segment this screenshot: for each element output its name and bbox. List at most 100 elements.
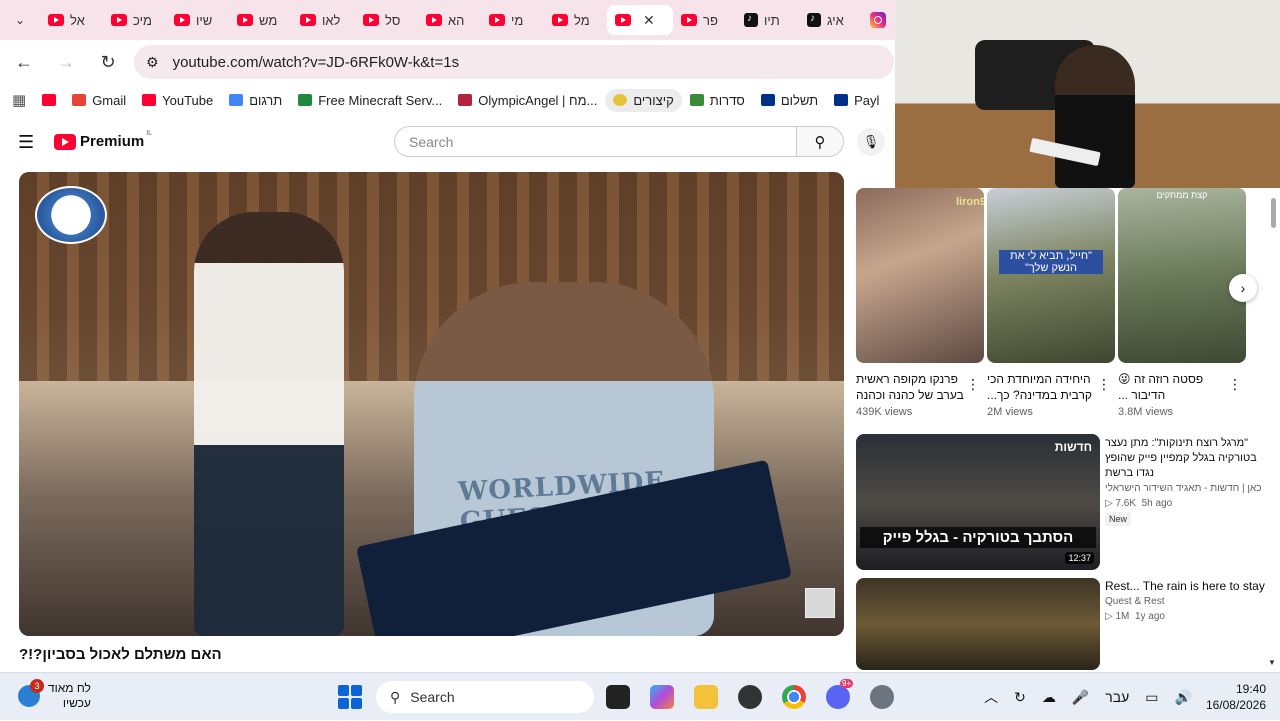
instagram-icon	[870, 12, 886, 28]
file-explorer-icon[interactable]	[694, 685, 718, 709]
search-button[interactable]: ⚲	[796, 126, 844, 157]
settings-icon[interactable]	[870, 685, 894, 709]
arrow-left-icon: ←	[15, 51, 33, 72]
clock[interactable]: 19:40 16/08/2026	[1206, 681, 1266, 713]
series-icon	[689, 94, 704, 106]
voice-search-button[interactable]: 🎙	[857, 128, 885, 156]
bookmark[interactable]: OlympicAngel | מח...	[450, 89, 605, 112]
youtube-icon	[42, 94, 57, 106]
microphone-icon[interactable]: 🎤	[1072, 689, 1089, 706]
sync-icon[interactable]: ↻	[1014, 689, 1026, 706]
tab[interactable]: אל	[40, 5, 103, 35]
tab[interactable]: איג	[799, 5, 862, 35]
tab[interactable]: מיכ	[103, 5, 166, 35]
more-options-icon[interactable]: ⋮	[1097, 376, 1111, 393]
weather-icon: 3	[18, 679, 44, 707]
tab-active[interactable]: ✕	[607, 5, 673, 35]
channel-watermark[interactable]	[805, 588, 835, 618]
bookmark[interactable]: תרגום	[221, 89, 290, 112]
close-tab-icon[interactable]: ✕	[643, 12, 655, 29]
bookmark[interactable]: Gmail	[64, 89, 134, 112]
weather-widget[interactable]: 3 לח מאוד עכשיו	[18, 679, 91, 711]
tab[interactable]: לאו	[292, 5, 355, 35]
recommendation-thumbnail[interactable]	[856, 578, 1100, 670]
back-button[interactable]: ←	[6, 44, 42, 80]
chrome-icon[interactable]	[782, 685, 806, 709]
bookmarks-bar: ▦ Gmail YouTube תרגום Free Minecraft Ser…	[0, 84, 895, 116]
scrollbar-thumb[interactable]	[1271, 198, 1276, 228]
tab[interactable]: שיו	[166, 5, 229, 35]
page-scrollbar[interactable]: ▼	[1268, 188, 1278, 670]
bookmark[interactable]: סדרות	[682, 89, 753, 112]
tab[interactable]: מי	[481, 5, 544, 35]
url-text: youtube.com/watch?v=JD-6RFk0W-k&t=1s	[172, 53, 460, 71]
start-button[interactable]	[338, 685, 362, 709]
short-thumbnail[interactable]: "חייל, תביא לי את הנשק שלך"	[987, 188, 1115, 363]
tab[interactable]: הא	[418, 5, 481, 35]
short-thumbnail[interactable]: liron959	[856, 188, 984, 363]
bookmark[interactable]: YouTube	[134, 89, 221, 112]
tab[interactable]: תיו	[736, 5, 799, 35]
short-title[interactable]: פסטה רוזה זה 😜 הדיבור ...	[1118, 371, 1233, 403]
task-view-icon[interactable]	[606, 685, 630, 709]
network-icon[interactable]: ▭	[1145, 689, 1158, 706]
youtube-icon	[363, 14, 379, 26]
apps-button[interactable]: ▦	[0, 87, 34, 113]
reload-button[interactable]: ↻	[90, 44, 126, 80]
recommendation-channel[interactable]: כאן | חדשות - תאגיד השידור הישראלי	[1105, 483, 1265, 494]
chevron-down-icon: ⌄	[14, 13, 26, 27]
youtube-icon	[142, 94, 157, 106]
tiktok-icon	[807, 13, 821, 27]
site-info-icon[interactable]: ⚙	[146, 54, 159, 71]
menu-icon[interactable]: ☰	[18, 132, 34, 153]
address-bar[interactable]: ⚙ youtube.com/watch?v=JD-6RFk0W-k&t=1s	[134, 45, 894, 79]
tab[interactable]: סל	[355, 5, 418, 35]
recommendation-title[interactable]: "מרגל רוצח תינוקות": מתן נעצר בטורקיה בג…	[1105, 436, 1265, 481]
system-tray: ︿ ↻ ☁ 🎤 עבר ▭ 🔊 19:40 16/08/2026	[976, 673, 1280, 721]
youtube-logo-icon	[54, 133, 76, 150]
language-indicator[interactable]: עבר	[1105, 689, 1129, 705]
youtube-icon	[111, 14, 127, 26]
bookmark[interactable]: תשלום	[753, 89, 826, 112]
shorts-next-button[interactable]: ›	[1229, 274, 1257, 302]
play-icon: ▷	[1105, 611, 1116, 622]
app-icon[interactable]	[738, 685, 762, 709]
tab[interactable]: פר	[673, 5, 736, 35]
discord-icon[interactable]: 9+	[826, 679, 854, 709]
video-player[interactable]: WORLDWIDEGUESS	[19, 172, 844, 636]
more-options-icon[interactable]: ⋮	[966, 376, 980, 393]
youtube-premium-logo[interactable]: Premium IL	[54, 130, 152, 150]
tab[interactable]: מש	[229, 5, 292, 35]
copilot-icon[interactable]	[650, 685, 674, 709]
short-views: 439K views	[856, 406, 913, 418]
short-title[interactable]: פרנקו מקופה ראשית בערב של כהנה וכהנה	[856, 371, 971, 403]
search-input[interactable]: Search	[394, 126, 798, 157]
scroll-down-icon[interactable]: ▼	[1268, 658, 1276, 667]
recommendation-channel[interactable]: Quest & Rest	[1105, 596, 1164, 607]
forward-button[interactable]: →	[48, 44, 84, 80]
tab[interactable]: מל	[544, 5, 607, 35]
browser-toolbar: ← → ↻ ⚙ youtube.com/watch?v=JD-6RFk0W-k&…	[0, 40, 895, 84]
taskbar-search[interactable]: ⚲ Search	[376, 681, 594, 713]
cloud-off-icon[interactable]: ☁	[1042, 689, 1056, 706]
recommendation-title[interactable]: Rest... The rain is here to stay	[1105, 579, 1265, 594]
volume-icon[interactable]: 🔊	[1175, 689, 1192, 706]
chevron-up-icon[interactable]: ︿	[984, 687, 998, 707]
arrow-right-icon: →	[57, 51, 75, 72]
tab-search-dropdown[interactable]: ⌄	[0, 0, 40, 40]
tab[interactable]	[862, 5, 892, 35]
microphone-icon: 🎙	[862, 134, 880, 149]
bookmark[interactable]: קיצורים	[605, 88, 682, 112]
youtube-icon	[48, 14, 64, 26]
short-title[interactable]: היחידה המיוחדת הכי קרבית במדינה? כך...	[987, 371, 1102, 403]
bookmark[interactable]	[34, 90, 64, 110]
bookmark[interactable]: Free Minecraft Serv...	[290, 89, 450, 112]
recommendation-stats: ▷ 1M 1y ago	[1105, 611, 1165, 622]
bookmark[interactable]: Payl	[826, 89, 887, 112]
chevron-right-icon: ›	[1240, 280, 1246, 296]
youtube-icon	[426, 14, 442, 26]
apps-grid-icon: ▦	[12, 92, 27, 109]
more-options-icon[interactable]: ⋮	[1228, 376, 1242, 393]
recommendation-thumbnail[interactable]: חדשות הסתבך בטורקיה - בגלל פייק 12:37	[856, 434, 1100, 570]
short-thumbnail[interactable]: קצת ממתקים	[1118, 188, 1246, 363]
